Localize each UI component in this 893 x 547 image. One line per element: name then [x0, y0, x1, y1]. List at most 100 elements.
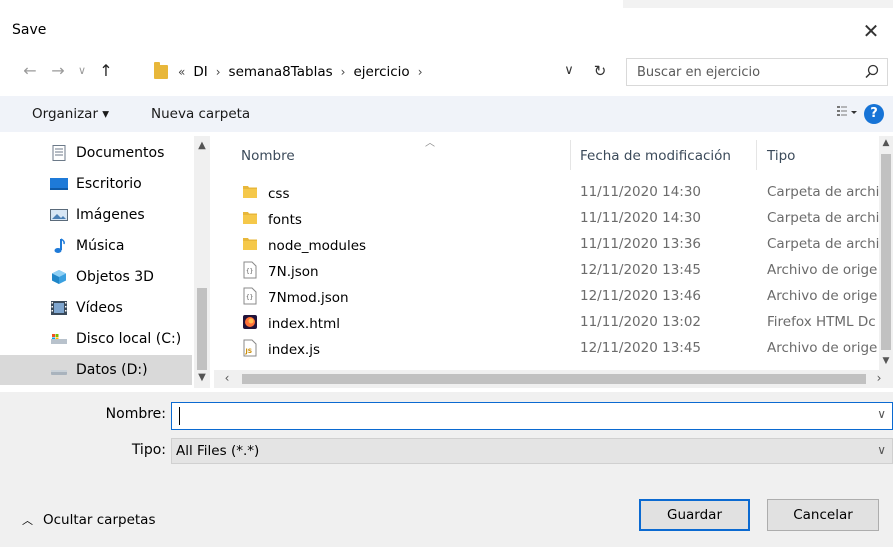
close-icon[interactable]: ✕ [857, 17, 885, 45]
table-row[interactable]: JS index.js 12/11/2020 13:45 Archivo de … [214, 336, 879, 362]
3d-objects-icon [52, 270, 66, 284]
sidebar-item-musica[interactable]: Música [0, 231, 192, 261]
breadcrumb-overflow[interactable]: « [178, 65, 185, 79]
cancel-button[interactable]: Cancelar [767, 499, 879, 531]
window-top-edge [0, 0, 893, 8]
sidebar-item-label: Documentos [76, 145, 165, 161]
help-icon[interactable]: ? [864, 104, 884, 124]
new-folder-button[interactable]: Nueva carpeta [151, 106, 250, 122]
window-title: Save [12, 22, 47, 38]
breadcrumb-chevron-icon[interactable]: › [418, 65, 423, 79]
js-file-icon: JS [243, 339, 257, 357]
scroll-down-icon[interactable]: ▼ [194, 372, 210, 383]
search-input[interactable] [627, 64, 847, 80]
table-row[interactable]: node_modules 11/11/2020 13:36 Carpeta de… [214, 232, 879, 258]
save-dialog: Save ✕ ← → ∨ ↑ « DI › semana8Tablas › ej… [0, 0, 893, 547]
organize-menu[interactable]: Organizar ▾ [32, 106, 109, 122]
back-arrow-icon[interactable]: ← [20, 58, 40, 84]
navigation-bar: ← → ∨ ↑ « DI › semana8Tablas › ejercicio… [0, 56, 893, 88]
svg-text:{}: {} [246, 294, 253, 301]
scroll-down-icon[interactable]: ▼ [879, 356, 893, 366]
breadcrumb-di[interactable]: DI [193, 64, 207, 80]
column-header-date[interactable]: Fecha de modificación [580, 136, 731, 170]
local-disk-icon [51, 334, 67, 344]
title-bar: Save ✕ [0, 14, 893, 48]
sidebar-item-objetos-3d[interactable]: Objetos 3D [0, 262, 192, 292]
scroll-right-icon[interactable]: › [872, 371, 886, 385]
forward-arrow-icon[interactable]: → [48, 58, 68, 84]
sidebar-scroll-thumb[interactable] [197, 288, 207, 370]
svg-text:JS: JS [245, 348, 253, 355]
json-file-icon: {} [243, 261, 257, 279]
sidebar-item-escritorio[interactable]: Escritorio [0, 169, 192, 199]
sidebar-scrollbar[interactable]: ▲ ▼ [194, 136, 210, 388]
folder-icon [243, 238, 257, 250]
firefox-html-icon [243, 315, 257, 329]
save-options-panel: Nombre: ∨ Tipo: All Files (*.*) ∨ ︿ Ocul… [0, 392, 893, 547]
file-name-label: Nombre: [105, 406, 166, 422]
music-icon [54, 238, 65, 253]
table-row[interactable]: {} 7N.json 12/11/2020 13:45 Archivo de o… [214, 258, 879, 284]
table-row[interactable]: fonts 11/11/2020 14:30 Carpeta de archi [214, 206, 879, 232]
table-row[interactable]: css 11/11/2020 14:30 Carpeta de archi [214, 180, 879, 206]
refresh-icon[interactable]: ↻ [590, 58, 610, 84]
sidebar-item-label: Datos (D:) [76, 362, 148, 378]
recent-locations-chevron-icon[interactable]: ∨ [72, 58, 92, 84]
table-row[interactable]: {} 7Nmod.json 12/11/2020 13:46 Archivo d… [214, 284, 879, 310]
folder-icon [154, 62, 168, 79]
sort-ascending-icon: ︿ [425, 138, 435, 149]
scroll-up-icon[interactable]: ▲ [879, 138, 893, 148]
pictures-icon [50, 209, 68, 221]
sidebar-item-imagenes[interactable]: Imágenes [0, 200, 192, 230]
chevron-down-icon[interactable]: ∨ [877, 443, 886, 457]
breadcrumb-ejercicio[interactable]: ejercicio [353, 64, 409, 80]
address-bar[interactable]: « DI › semana8Tablas › ejercicio › [150, 58, 616, 86]
breadcrumb-chevron-icon[interactable]: › [216, 65, 221, 79]
sidebar-item-videos[interactable]: Vídeos [0, 293, 192, 323]
sidebar-item-label: Vídeos [76, 300, 123, 316]
videos-icon [51, 301, 67, 315]
file-type-label: Tipo: [131, 442, 166, 458]
search-box[interactable] [626, 58, 888, 86]
scroll-left-icon[interactable]: ‹ [220, 371, 234, 385]
view-options-icon[interactable] [836, 104, 858, 122]
file-list-horizontal-scrollbar[interactable]: ‹ › [214, 370, 893, 388]
documents-icon [52, 145, 66, 161]
chevron-down-icon[interactable]: ∨ [877, 407, 886, 421]
sidebar-item-label: Música [76, 238, 125, 254]
up-arrow-icon[interactable]: ↑ [96, 58, 116, 84]
sidebar-item-label: Objetos 3D [76, 269, 154, 285]
breadcrumb-chevron-icon[interactable]: › [341, 65, 346, 79]
file-name-input[interactable] [176, 407, 856, 425]
navigation-pane: Documentos Escritorio Imágenes Música Ob… [0, 136, 212, 388]
chevron-up-icon: ︿ [22, 514, 33, 527]
desktop-icon [50, 178, 68, 190]
hide-folders-toggle[interactable]: ︿ Ocultar carpetas [22, 512, 155, 528]
command-toolbar: Organizar ▾ Nueva carpeta ? [0, 96, 893, 132]
svg-text:{}: {} [246, 268, 253, 275]
horizontal-scroll-thumb[interactable] [242, 374, 866, 384]
sidebar-item-label: Imágenes [76, 207, 145, 223]
sidebar-item-label: Escritorio [76, 176, 142, 192]
column-header-name[interactable]: ︿ Nombre [241, 136, 435, 170]
save-button[interactable]: Guardar [639, 499, 750, 531]
json-file-icon: {} [243, 287, 257, 305]
file-name-field[interactable]: ∨ [171, 402, 893, 430]
scroll-up-icon[interactable]: ▲ [194, 140, 210, 151]
file-list-vertical-scrollbar[interactable]: ▲ ▼ [879, 136, 893, 370]
drive-icon [51, 370, 67, 375]
file-list: ︿ Nombre Fecha de modificación Tipo css … [214, 136, 893, 388]
folder-icon [243, 212, 257, 224]
breadcrumb-semana8tablas[interactable]: semana8Tablas [229, 64, 333, 80]
address-dropdown-icon[interactable]: ∨ [560, 58, 578, 84]
column-header-type[interactable]: Tipo [767, 136, 795, 170]
sidebar-item-label: Disco local (C:) [76, 331, 182, 347]
folder-icon [243, 186, 257, 198]
sidebar-item-disco-local-c[interactable]: Disco local (C:) [0, 324, 192, 354]
file-type-select[interactable]: All Files (*.*) ∨ [171, 438, 893, 464]
sidebar-item-datos-d[interactable]: Datos (D:) [0, 355, 192, 385]
search-icon[interactable] [863, 63, 881, 81]
vertical-scroll-thumb[interactable] [881, 154, 891, 350]
table-row[interactable]: index.html 11/11/2020 13:02 Firefox HTML… [214, 310, 879, 336]
sidebar-item-documentos[interactable]: Documentos [0, 138, 192, 168]
